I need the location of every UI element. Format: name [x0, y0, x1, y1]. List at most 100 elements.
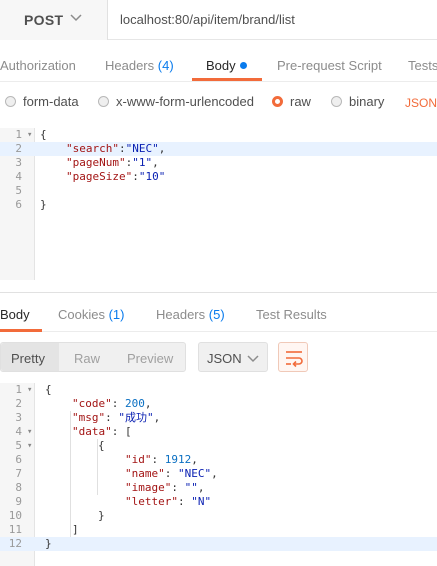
tab-response-headers[interactable]: Headers (5) — [156, 307, 225, 322]
tab-label: Body — [206, 58, 236, 73]
code-line: 4 ▾ "data": [ — [0, 425, 437, 439]
response-tabs: Body Cookies (1) Headers (5) Test Result… — [0, 292, 437, 332]
radio-raw[interactable]: raw — [272, 94, 311, 109]
body-type-options: form-data x-www-form-urlencoded raw bina… — [0, 84, 437, 120]
tab-label: Pre-request Script — [277, 58, 382, 73]
code-text: } — [45, 537, 52, 550]
active-tab-indicator — [0, 329, 42, 332]
line-number: 12 — [8, 537, 22, 550]
line-number: 4 — [15, 425, 22, 438]
code-text: } — [98, 509, 105, 522]
line-number: 6 — [15, 198, 22, 211]
request-body-editor[interactable]: 1 ▾ { 2 "search":"NEC", 3 "pageNum":"1",… — [0, 128, 437, 280]
code-text: "search":"NEC", — [66, 142, 166, 155]
line-number: 2 — [15, 397, 22, 410]
line-number: 8 — [15, 481, 22, 494]
mode-raw-button[interactable]: Raw — [74, 351, 100, 366]
line-number: 1 — [15, 383, 22, 396]
tab-test-results[interactable]: Test Results — [256, 307, 327, 322]
code-line: 2 "code": 200, — [0, 397, 437, 411]
tab-response-body[interactable]: Body — [0, 307, 30, 322]
code-line: 1 ▾ { — [0, 383, 437, 397]
tab-headers[interactable]: Headers (4) — [105, 58, 174, 73]
code-text: "data": [ — [72, 425, 132, 438]
tab-body[interactable]: Body — [206, 58, 247, 73]
format-label: JSON — [207, 351, 242, 366]
url-input[interactable]: localhost:80/api/item/brand/list — [120, 12, 295, 27]
code-line: 10 } — [0, 509, 437, 523]
code-line: 5 ▾ { — [0, 439, 437, 453]
line-number: 6 — [15, 453, 22, 466]
line-number: 2 — [15, 142, 22, 155]
tab-count: (5) — [208, 307, 225, 322]
method-label: POST — [24, 12, 64, 28]
tab-count: (4) — [157, 58, 174, 73]
radio-x-www-form-urlencoded[interactable]: x-www-form-urlencoded — [98, 94, 254, 109]
tab-label: Headers — [105, 58, 155, 73]
tab-authorization[interactable]: Authorization — [0, 58, 76, 73]
line-number: 7 — [15, 467, 22, 480]
code-text: "id": 1912, — [125, 453, 198, 466]
code-text: "pageSize":"10" — [66, 170, 166, 183]
code-text: "image": "", — [125, 481, 205, 494]
code-line: 5 — [0, 184, 437, 198]
code-text: ] — [72, 523, 79, 536]
radio-circle — [5, 96, 16, 107]
radio-label: raw — [290, 94, 311, 109]
tab-label: Body — [0, 307, 30, 322]
request-tabs: Authorization Headers (4) Body Pre-reque… — [0, 40, 437, 82]
wrap-lines-icon — [286, 351, 303, 368]
raw-format-select[interactable]: JSON — [405, 96, 437, 110]
response-body-viewer[interactable]: 1 ▾ { 2 "code": 200, 3 "msg": "成功", 4 ▾ … — [0, 383, 437, 566]
fold-arrow-icon[interactable]: ▾ — [27, 128, 32, 142]
radio-circle-checked — [272, 96, 283, 107]
code-text: "letter": "N" — [125, 495, 212, 508]
code-line: 9 "letter": "N" — [0, 495, 437, 509]
radio-label: form-data — [23, 94, 79, 109]
code-text: "msg": "成功", — [72, 411, 161, 424]
request-bar: POST localhost:80/api/item/brand/list — [0, 0, 437, 40]
code-text: { — [98, 439, 105, 452]
code-line: 6 "id": 1912, — [0, 453, 437, 467]
radio-circle — [98, 96, 109, 107]
line-number: 3 — [15, 156, 22, 169]
radio-label: x-www-form-urlencoded — [116, 94, 254, 109]
fold-arrow-icon[interactable]: ▾ — [27, 439, 32, 453]
active-tab-indicator — [192, 78, 262, 81]
tab-tests[interactable]: Tests — [408, 58, 437, 73]
fold-arrow-icon[interactable]: ▾ — [27, 383, 32, 397]
radio-form-data[interactable]: form-data — [5, 94, 79, 109]
code-line: 8 "image": "", — [0, 481, 437, 495]
code-line-current: 2 "search":"NEC", — [0, 142, 437, 156]
code-text: "pageNum":"1", — [66, 156, 159, 169]
line-number: 4 — [15, 170, 22, 183]
tab-pre-request-script[interactable]: Pre-request Script — [277, 58, 382, 73]
code-line-current: 12 } — [0, 537, 437, 551]
radio-label: binary — [349, 94, 385, 109]
code-line: 3 "msg": "成功", — [0, 411, 437, 425]
radio-binary[interactable]: binary — [331, 94, 384, 109]
tab-label: Cookies — [58, 307, 105, 322]
method-select[interactable]: POST — [0, 0, 108, 40]
code-text: "code": 200, — [72, 397, 152, 410]
line-number: 9 — [15, 495, 22, 508]
line-number: 1 — [15, 128, 22, 141]
code-text: } — [40, 198, 47, 211]
radio-circle — [331, 96, 342, 107]
mode-pretty-button[interactable]: Pretty — [11, 351, 45, 366]
code-line: 3 "pageNum":"1", — [0, 156, 437, 170]
response-format-select[interactable]: JSON — [198, 342, 268, 372]
mode-preview-button[interactable]: Preview — [127, 351, 173, 366]
tab-label: Authorization — [0, 58, 76, 73]
line-number: 3 — [15, 411, 22, 424]
view-mode-group: Pretty Raw Preview — [0, 342, 186, 372]
wrap-lines-button[interactable] — [278, 342, 308, 372]
code-line: 4 "pageSize":"10" — [0, 170, 437, 184]
line-number: 11 — [8, 523, 22, 536]
tab-count: (1) — [108, 307, 125, 322]
code-line: 1 ▾ { — [0, 128, 437, 142]
modified-dot-icon — [239, 62, 247, 69]
tab-cookies[interactable]: Cookies (1) — [58, 307, 124, 322]
line-number: 10 — [8, 509, 22, 522]
fold-arrow-icon[interactable]: ▾ — [27, 425, 32, 439]
